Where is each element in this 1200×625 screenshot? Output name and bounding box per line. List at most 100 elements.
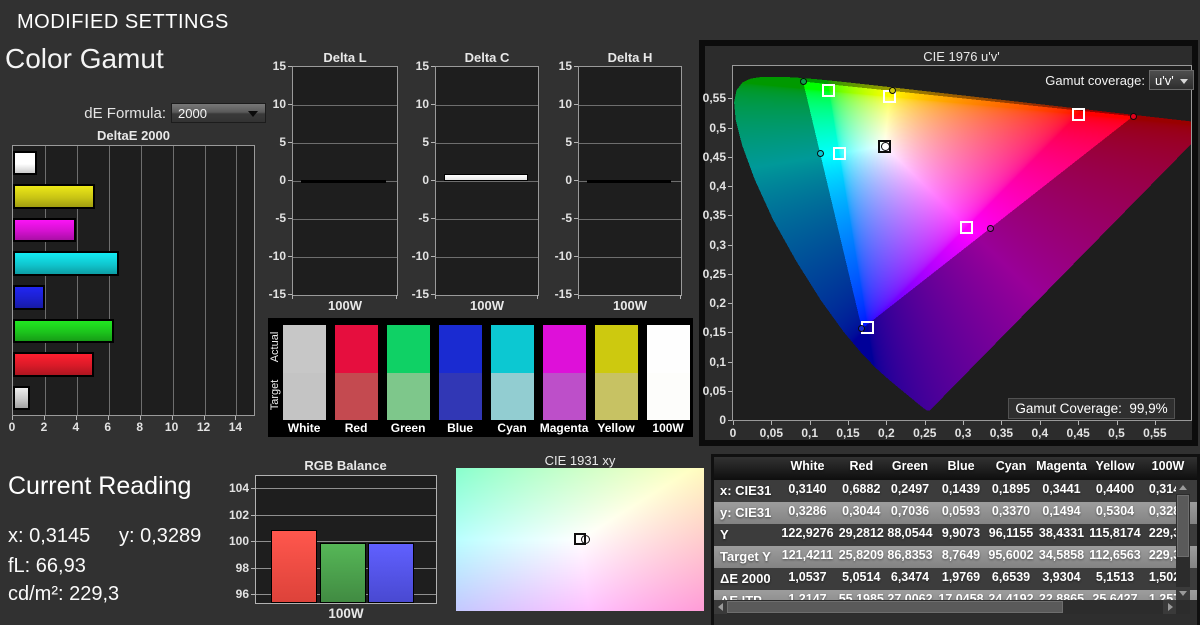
swatch-actual-100w — [647, 325, 690, 373]
cie76-y-tick: 0,5 — [692, 121, 726, 135]
gridline — [579, 219, 681, 220]
cie1931-chart — [456, 468, 704, 611]
vertical-scroll-thumb[interactable] — [1177, 495, 1189, 557]
cie76-y-tick: 0,1 — [692, 355, 726, 369]
de-formula-label: dE Formula: — [0, 105, 166, 122]
gridline — [293, 219, 397, 220]
tick — [537, 295, 538, 299]
deltae-bar-white — [13, 386, 30, 411]
scroll-up-button[interactable] — [1176, 481, 1190, 494]
dl-plot-ytick: -5 — [258, 211, 286, 225]
tick — [251, 594, 255, 595]
swatch-row-label-target: Target — [269, 374, 281, 416]
table-vertical-scrollbar[interactable] — [1176, 481, 1190, 600]
tick — [431, 66, 435, 67]
de-formula-dropdown[interactable]: 2000 — [171, 103, 266, 123]
table-horizontal-scrollbar[interactable] — [714, 600, 1190, 614]
tick — [292, 295, 293, 299]
cie1976-gamut-canvas — [733, 66, 1191, 420]
tick — [574, 104, 578, 105]
table-row-label: x: CIE31 — [720, 483, 771, 498]
tick — [848, 421, 849, 425]
cie76-x-tick: 0,5 — [1097, 426, 1137, 440]
cie76-y-tick: 0,45 — [692, 150, 726, 164]
dh-plot-ytick: 5 — [544, 135, 572, 149]
deltae-x-tick: 0 — [0, 420, 24, 434]
tick — [728, 420, 732, 421]
tick — [733, 421, 734, 425]
swatch-actual-blue — [439, 325, 482, 373]
tick — [574, 180, 578, 181]
delta-c-title: Delta C — [427, 50, 547, 65]
tick — [728, 157, 732, 158]
horizontal-scroll-thumb[interactable] — [727, 601, 1063, 613]
gridline — [173, 146, 174, 415]
scroll-right-button[interactable] — [1163, 600, 1176, 614]
tick — [251, 568, 255, 569]
rgb-ytick: 104 — [219, 481, 249, 495]
dc-plot-ytick: 5 — [401, 135, 429, 149]
deltae-x-tick: 12 — [192, 420, 216, 434]
gridline — [436, 219, 538, 220]
current-reading-fl: fL: 66,93 — [8, 555, 86, 578]
swatch-actual-white — [283, 325, 326, 373]
cie76-target-magenta — [960, 221, 973, 234]
gamut-coverage-dropdown[interactable]: u'v' — [1149, 70, 1194, 90]
scroll-up-icon — [1179, 485, 1187, 490]
cie1931-title: CIE 1931 xy — [456, 453, 704, 468]
cie76-x-tick: 0,25 — [905, 426, 945, 440]
gridline — [256, 488, 436, 489]
cie76-measured-magenta — [987, 225, 994, 232]
de-formula-value: 2000 — [178, 106, 207, 121]
swatch-label-100w: 100W — [642, 421, 694, 435]
table-row: ΔE 20001,05375,05146,34741,97696,65393,9… — [714, 568, 1197, 590]
swatch-target-white — [283, 373, 326, 421]
rgb-ytick: 102 — [219, 508, 249, 522]
dh-plot-ytick: -10 — [544, 249, 572, 263]
cie76-y-tick: 0 — [692, 413, 726, 427]
tick — [251, 488, 255, 489]
tick — [431, 104, 435, 105]
cie76-x-tick: 0,3 — [943, 426, 983, 440]
scroll-down-button[interactable] — [1176, 587, 1190, 600]
tick — [728, 274, 732, 275]
tick — [396, 295, 397, 299]
gridline — [109, 146, 110, 415]
gridline — [436, 105, 538, 106]
gridline — [293, 105, 397, 106]
delta-c-xlabel: 100W — [435, 298, 539, 313]
table-row: y: CIE310,32860,30440,70360,05930,33700,… — [714, 502, 1197, 524]
cie76-x-tick: 0,4 — [1020, 426, 1060, 440]
deltae-bar-magenta — [13, 218, 76, 243]
delta-l-xlabel: 100W — [293, 298, 397, 313]
current-reading-y: y: 0,3289 — [119, 525, 201, 548]
tick — [728, 303, 732, 304]
deltae-bar-yellow — [13, 184, 95, 209]
swatch-target-green — [387, 373, 430, 421]
gridline — [436, 181, 538, 182]
gridline — [579, 257, 681, 258]
cie76-target-cyan — [833, 147, 846, 160]
cie76-x-tick: 0,15 — [828, 426, 868, 440]
deltae-bar-green — [13, 319, 114, 344]
dh-plot-ytick: 0 — [544, 173, 572, 187]
deltae-bar-blue — [13, 285, 45, 310]
swatch-actual-cyan — [491, 325, 534, 373]
deltae-x-tick: 10 — [160, 420, 184, 434]
scroll-left-button[interactable] — [714, 600, 727, 614]
swatch-target-blue — [439, 373, 482, 421]
gridline — [293, 257, 397, 258]
tick — [288, 66, 292, 67]
deltae-bar-red — [13, 352, 94, 377]
tick — [728, 332, 732, 333]
gamut-coverage-badge: Gamut Coverage: 99,9% — [1008, 398, 1175, 419]
delta-l-chart — [292, 66, 398, 296]
tick — [680, 295, 681, 299]
rgb-ytick: 100 — [219, 534, 249, 548]
current-reading-x: x: 0,3145 — [8, 525, 90, 548]
swatch-target-cyan — [491, 373, 534, 421]
rgb-ytick: 98 — [219, 561, 249, 575]
rgb-balance-xlabel: 100W — [255, 606, 437, 621]
dc-plot-ytick: 15 — [401, 59, 429, 73]
tick — [963, 421, 964, 425]
